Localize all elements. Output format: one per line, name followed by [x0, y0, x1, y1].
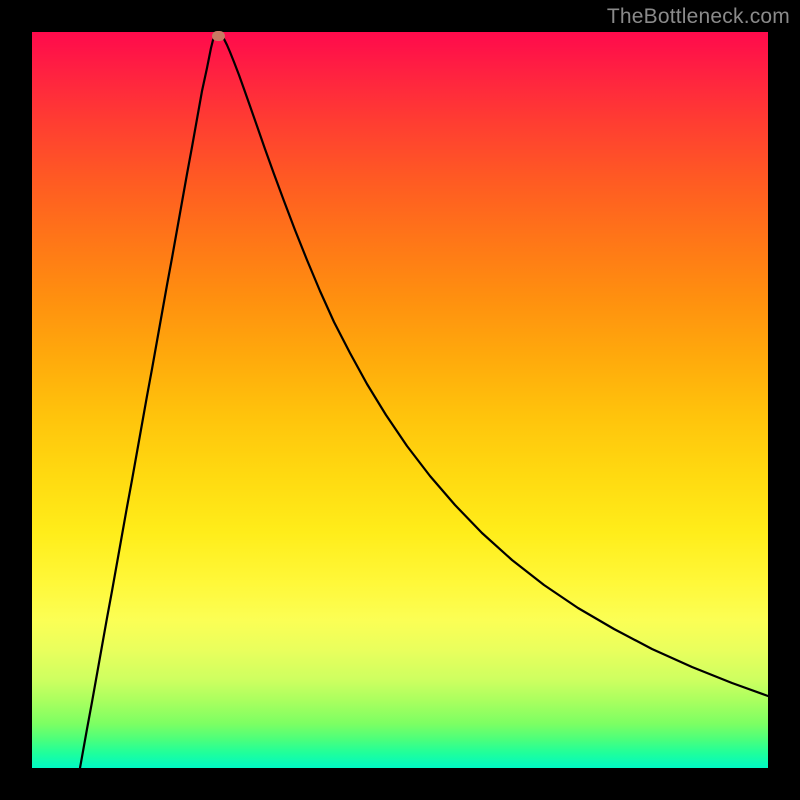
plot-area: [32, 32, 768, 768]
bottleneck-curve: [32, 32, 768, 768]
attribution-text: TheBottleneck.com: [607, 5, 790, 29]
optimum-marker: [212, 31, 225, 41]
chart-frame: TheBottleneck.com: [0, 0, 800, 800]
